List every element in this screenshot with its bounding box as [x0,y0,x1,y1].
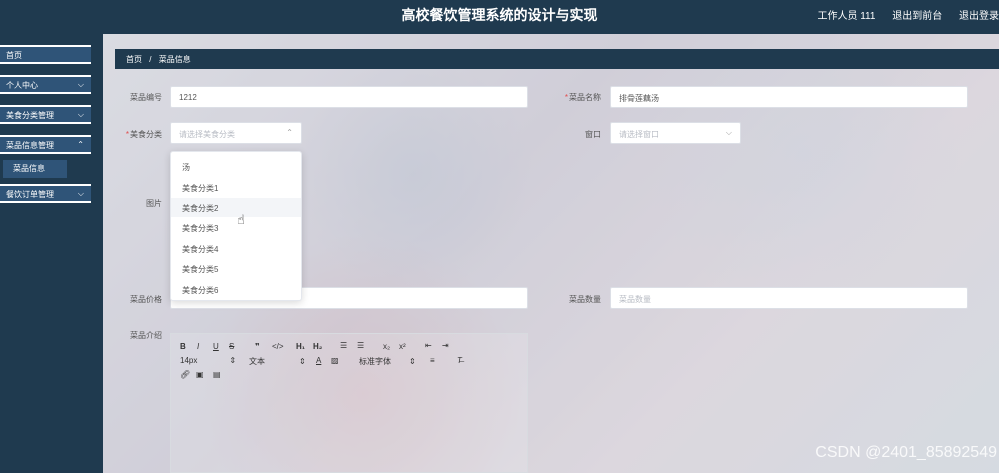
breadcrumb: 首页 / 菜品信息 [115,49,999,69]
rich-text-editor[interactable]: B I U S ❞ </> H₁ H₂ ☰ ☰ x₂ x² ⇤ ⇥ 14px ⇕ … [170,333,528,473]
sidebar-item-label: 首页 [6,51,22,60]
sidebar-item-personal-center[interactable]: 个人中心 ⌵ [0,75,91,94]
category-dropdown: 汤 美食分类1 美食分类2 美食分类3 美食分类4 美食分类5 美食分类6 [170,151,302,301]
sidebar-item-label: 个人中心 [6,81,38,90]
breadcrumb-separator: / [149,55,152,64]
breadcrumb-current: 菜品信息 [158,55,191,64]
sidebar-item-dish-management[interactable]: 菜品信息管理 ⌃ [0,135,91,154]
ordered-list-icon[interactable]: ☰ [340,341,347,350]
logout-link[interactable]: 退出登录 [959,11,999,22]
heading2-icon[interactable]: H₂ [313,342,322,351]
window-placeholder: 请选择窗口 [619,130,659,139]
outdent-icon[interactable]: ⇤ [425,341,432,350]
top-bar: 高校餐饮管理系统的设计与实现 工作人员 111 退出到前台 退出登录 [0,0,999,34]
clear-format-icon[interactable]: T̶ [457,356,462,365]
sidebar-item-label: 美食分类管理 [6,111,54,120]
chevron-down-icon: ⌵ [725,128,732,137]
font-size-select[interactable]: 14px ⇕ [180,356,236,365]
subscript-icon[interactable]: x₂ [383,342,390,351]
sidebar-subitem-dish-info[interactable]: 菜品信息 [3,160,67,178]
link-icon[interactable]: 🔗︎ [180,370,190,379]
image-label: 图片 [146,199,162,208]
text-type-select[interactable]: 文本 ⇕ [249,356,306,367]
sidebar-item-order-management[interactable]: 餐饮订单管理 ⌵ [0,184,91,203]
quantity-input[interactable]: 菜品数量 [610,287,968,309]
font-color-icon[interactable]: A [316,356,321,365]
bullet-list-icon[interactable]: ☰ [357,341,364,350]
watermark: CSDN @2401_85892549 [815,444,997,461]
strikethrough-icon[interactable]: S [229,342,234,351]
chevron-down-icon: ⌵ [77,80,84,89]
window-select[interactable]: 请选择窗口 ⌵ [610,122,741,144]
category-select[interactable]: 请选择美食分类 ⌃ [170,122,302,144]
font-family-select[interactable]: 标准字体 ⇕ [359,356,416,367]
dropdown-option[interactable]: 汤 [171,157,301,176]
dropdown-option[interactable]: 美食分类3 [171,218,301,237]
superscript-icon[interactable]: x² [399,342,406,351]
heading1-icon[interactable]: H₁ [296,342,305,351]
indent-icon[interactable]: ⇥ [442,341,449,350]
video-icon[interactable]: ▤ [213,370,221,379]
dish-no-input[interactable]: 1212 [170,86,528,108]
code-block-icon[interactable]: </> [272,342,284,351]
chevron-up-icon: ⌃ [77,140,84,149]
blockquote-icon[interactable]: ❞ [255,342,260,351]
dish-name-input[interactable]: 排骨莲藕汤 [610,86,968,108]
image-icon[interactable]: ▣ [196,370,204,379]
chevron-up-icon: ⌃ [286,128,293,137]
price-label: 菜品价格 [130,295,162,304]
user-label: 工作人员 111 [817,11,876,22]
align-icon[interactable]: ≡ [430,356,435,365]
category-placeholder: 请选择美食分类 [179,130,235,139]
sidebar: 首页 个人中心 ⌵ 美食分类管理 ⌵ 菜品信息管理 ⌃ 菜品信息 餐饮订单管理 … [0,34,103,473]
sidebar-item-label: 餐饮订单管理 [6,190,54,199]
dropdown-option[interactable]: 美食分类4 [171,239,301,258]
top-bar-actions: 工作人员 111 退出到前台 退出登录 [803,7,999,22]
sidebar-item-label: 菜品信息管理 [6,141,54,150]
hand-pointer-icon: ☝ [237,212,245,227]
sidebar-item-home[interactable]: 首页 [0,45,91,64]
background-color-icon[interactable]: ▨ [331,356,339,365]
category-label: *美食分类 [125,130,162,139]
exit-to-frontend-link[interactable]: 退出到前台 [892,11,942,22]
intro-label: 菜品介绍 [130,331,162,340]
dropdown-option[interactable]: 美食分类2 [171,198,301,217]
dropdown-option[interactable]: 美食分类5 [171,259,301,278]
dish-no-label: 菜品编号 [130,93,162,102]
bold-icon[interactable]: B [180,342,186,351]
quantity-label: 菜品数量 [569,295,601,304]
breadcrumb-home[interactable]: 首页 [126,55,142,64]
dish-name-label: *菜品名称 [564,93,601,102]
chevron-down-icon: ⌵ [77,189,84,198]
dropdown-option[interactable]: 美食分类1 [171,178,301,197]
dropdown-option[interactable]: 美食分类6 [171,280,301,299]
sidebar-item-category-management[interactable]: 美食分类管理 ⌵ [0,105,91,124]
window-label: 窗口 [585,130,601,139]
chevron-down-icon: ⌵ [77,110,84,119]
underline-icon[interactable]: U [213,342,219,351]
italic-icon[interactable]: I [197,342,199,351]
